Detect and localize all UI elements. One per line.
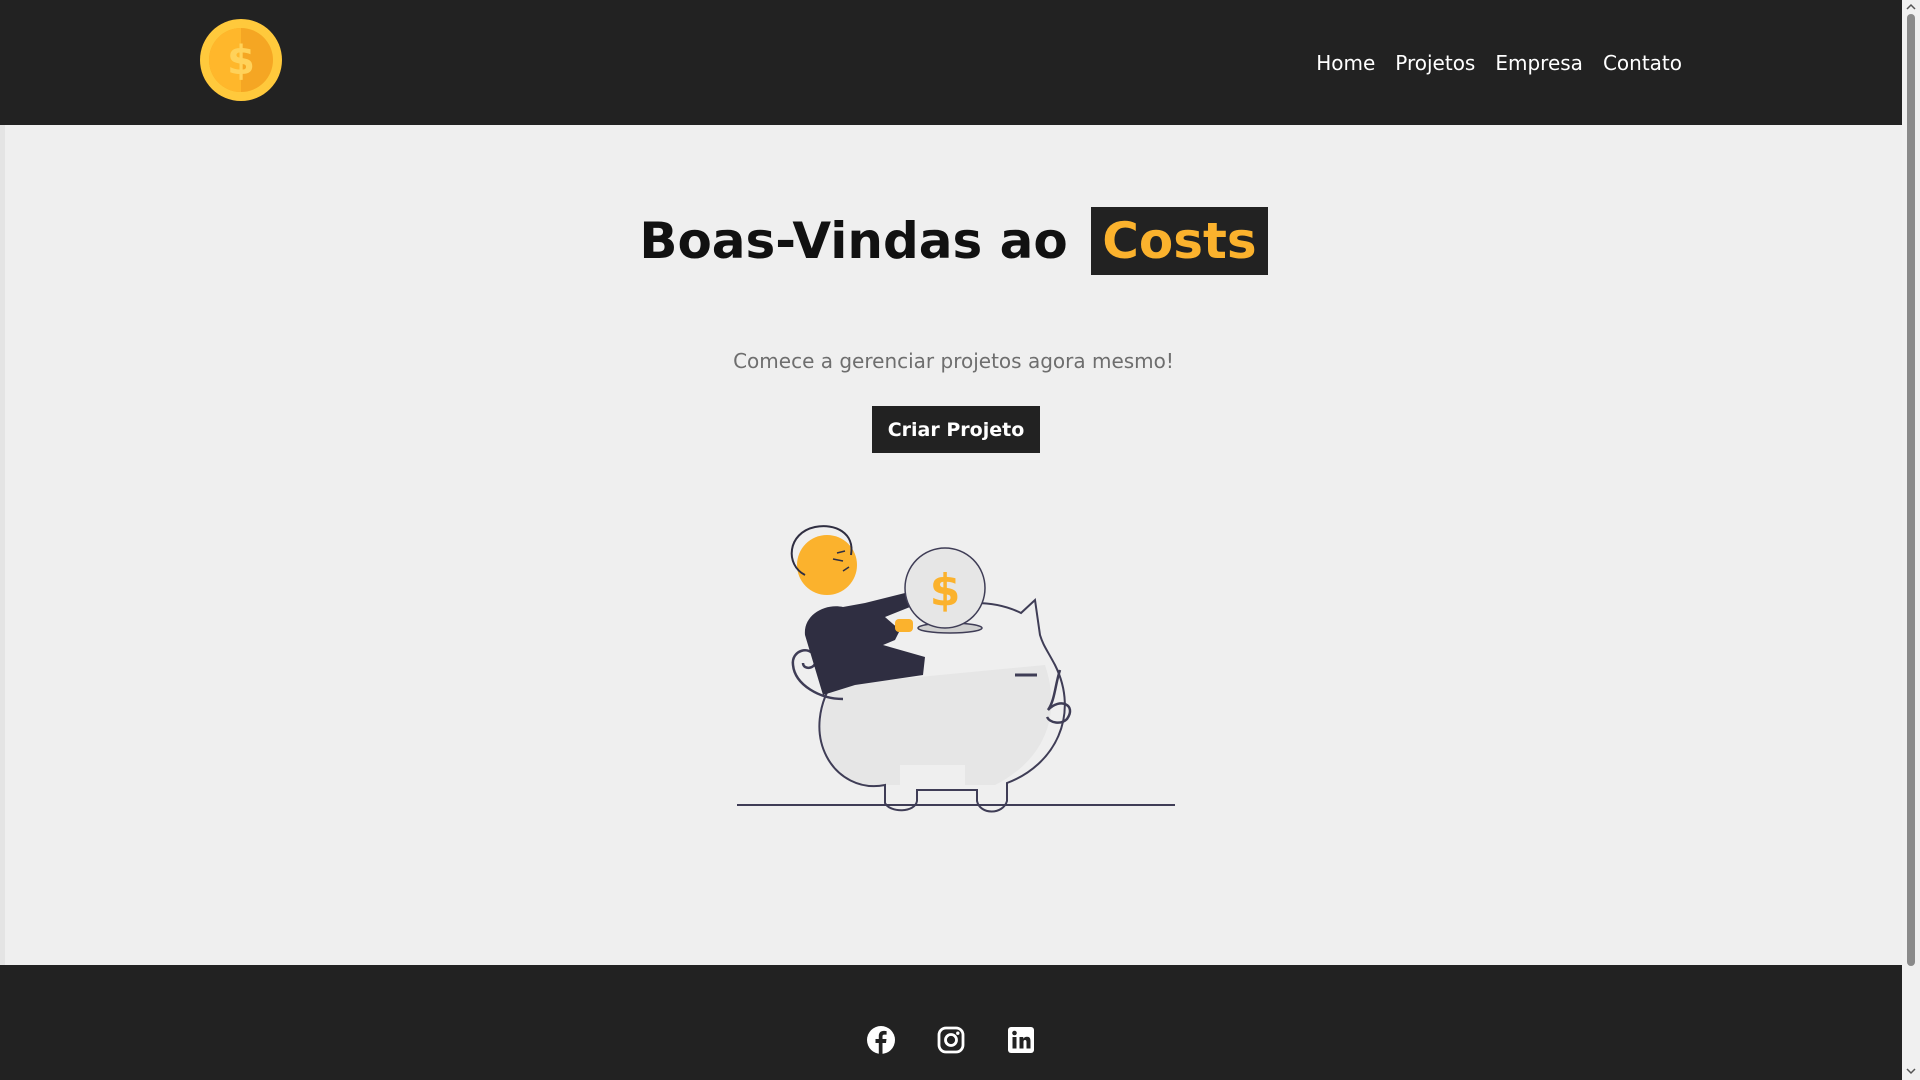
instagram-icon[interactable] — [936, 1025, 966, 1055]
vertical-scrollbar[interactable] — [1902, 0, 1920, 1080]
page-title: Boas-Vindas ao Costs — [5, 205, 1902, 277]
main-nav: Home Projetos Empresa Contato — [1316, 0, 1682, 125]
title-brand: Costs — [1091, 207, 1268, 275]
scrollbar-thumb[interactable] — [1907, 14, 1915, 966]
svg-text:$: $ — [930, 565, 961, 616]
linkedin-icon[interactable] — [1006, 1025, 1036, 1055]
scroll-up-arrow-icon[interactable] — [1906, 2, 1916, 12]
nav-link-home[interactable]: Home — [1316, 51, 1375, 75]
create-project-button[interactable]: Criar Projeto — [872, 406, 1040, 453]
nav-link-empresa[interactable]: Empresa — [1495, 51, 1583, 75]
hero-section: Boas-Vindas ao Costs Comece a gerenciar … — [0, 125, 1902, 965]
piggy-bank-illustration: $ — [737, 525, 1175, 813]
svg-text:$: $ — [227, 38, 255, 84]
scroll-down-arrow-icon[interactable] — [1906, 1066, 1916, 1076]
footer — [0, 965, 1902, 1080]
nav-link-contato[interactable]: Contato — [1603, 51, 1682, 75]
nav-link-projetos[interactable]: Projetos — [1395, 51, 1475, 75]
title-prefix: Boas-Vindas ao — [639, 212, 1068, 270]
coin-dollar-icon[interactable]: $ — [200, 19, 282, 101]
navbar: $ Home Projetos Empresa Contato — [0, 0, 1902, 125]
social-links — [0, 1025, 1902, 1055]
hero-subtitle: Comece a gerenciar projetos agora mesmo! — [733, 349, 1174, 373]
page: $ Home Projetos Empresa Contato Boas-Vin… — [0, 0, 1902, 1080]
facebook-icon[interactable] — [866, 1025, 896, 1055]
